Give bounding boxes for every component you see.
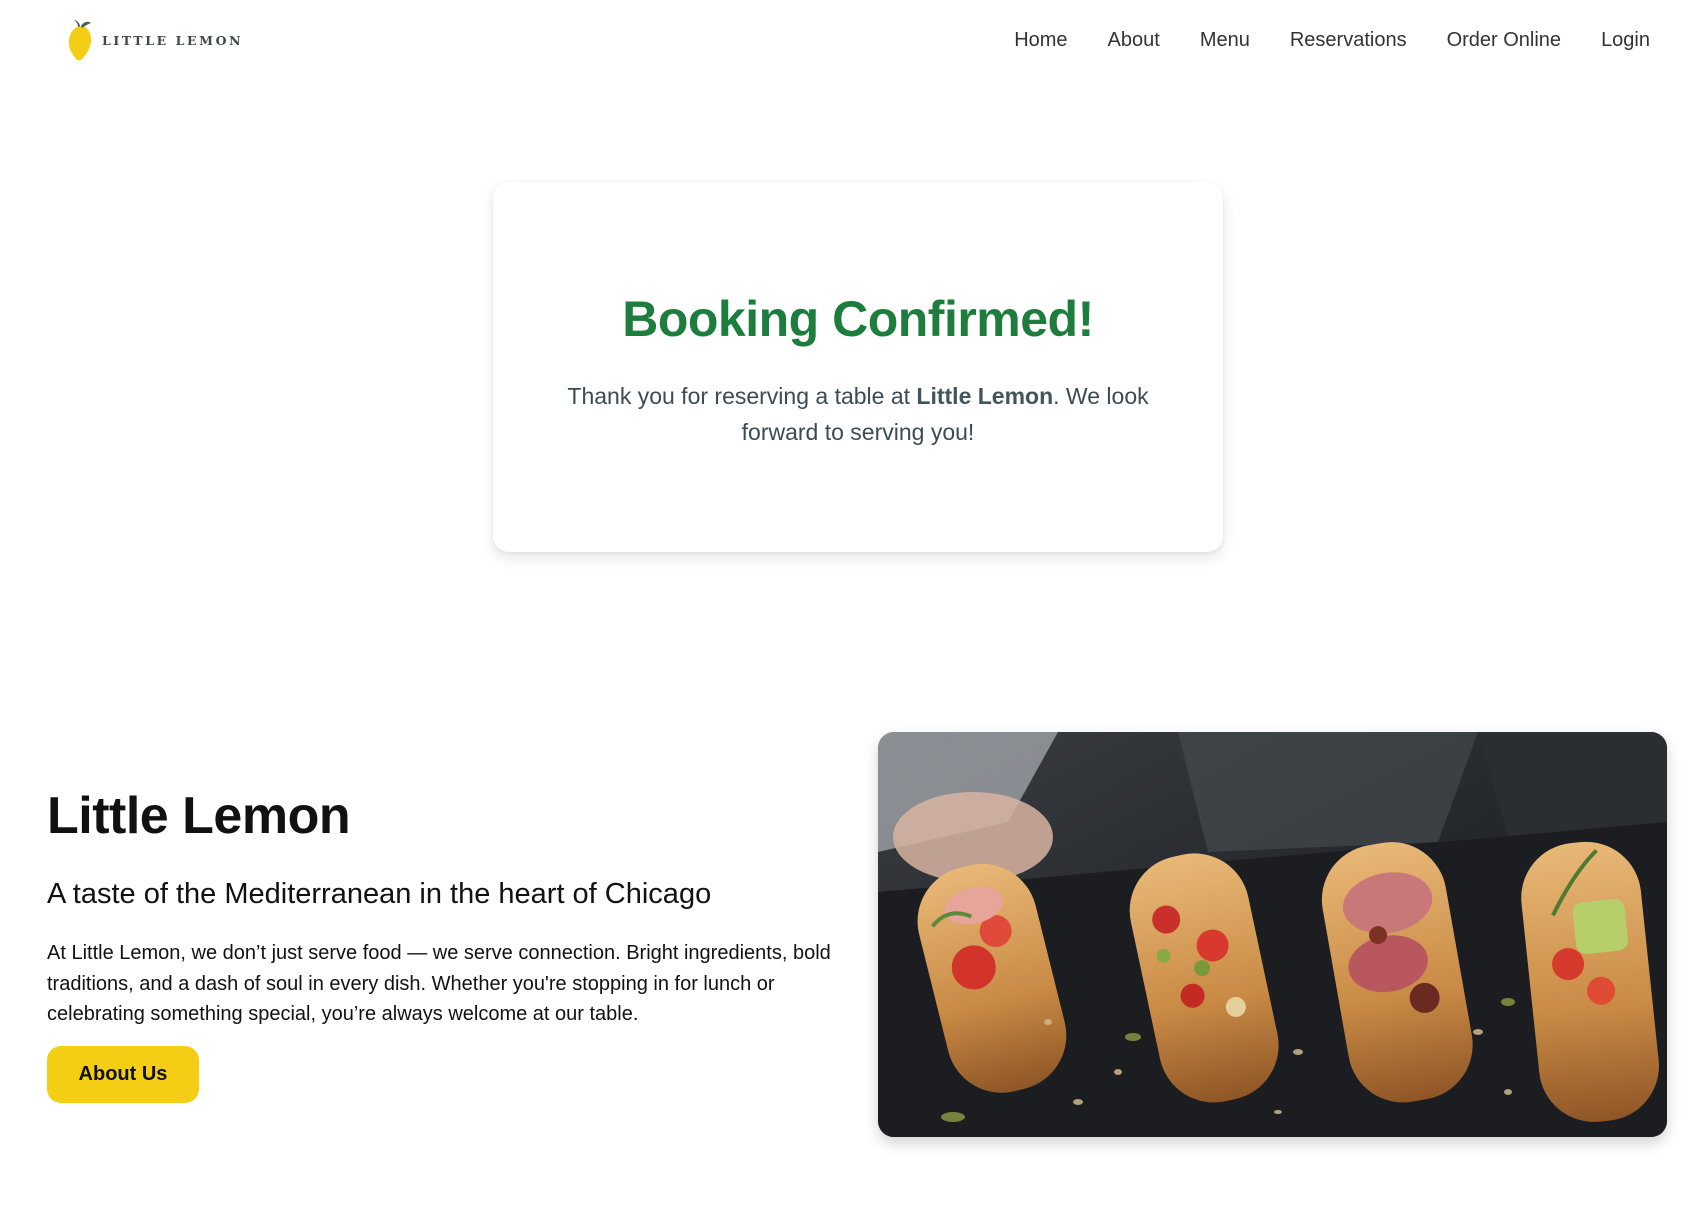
nav-menu[interactable]: Menu bbox=[1200, 29, 1250, 52]
site-header: LITTLE LEMON Home About Menu Reservation… bbox=[0, 0, 1698, 80]
hero-subtitle: A taste of the Mediterranean in the hear… bbox=[47, 878, 712, 910]
message-prefix: Thank you for reserving a table at bbox=[567, 383, 917, 409]
confirmation-card: Booking Confirmed! Thank you for reservi… bbox=[493, 182, 1223, 552]
lemon-icon bbox=[68, 20, 92, 61]
confirmation-message: Thank you for reserving a table at Littl… bbox=[529, 378, 1187, 450]
brand-name: LITTLE LEMON bbox=[102, 32, 244, 48]
restaurant-name: Little Lemon bbox=[916, 383, 1054, 409]
hero-description: At Little Lemon, we don’t just serve foo… bbox=[47, 942, 831, 1025]
bruschetta-image bbox=[878, 732, 1667, 1137]
logo-link[interactable]: LITTLE LEMON bbox=[66, 18, 243, 62]
main-nav: Home About Menu Reservations Order Onlin… bbox=[1014, 24, 1650, 56]
nav-login[interactable]: Login bbox=[1601, 29, 1650, 52]
nav-home[interactable]: Home bbox=[1014, 29, 1067, 52]
hero-title: Little Lemon bbox=[47, 787, 351, 845]
nav-reservations[interactable]: Reservations bbox=[1290, 29, 1407, 52]
hero-food-image bbox=[878, 732, 1667, 1137]
nav-order-online[interactable]: Order Online bbox=[1447, 29, 1562, 52]
about-us-button[interactable]: About Us bbox=[47, 1046, 199, 1103]
confirmation-title: Booking Confirmed! bbox=[622, 291, 1094, 347]
nav-about[interactable]: About bbox=[1108, 29, 1160, 52]
